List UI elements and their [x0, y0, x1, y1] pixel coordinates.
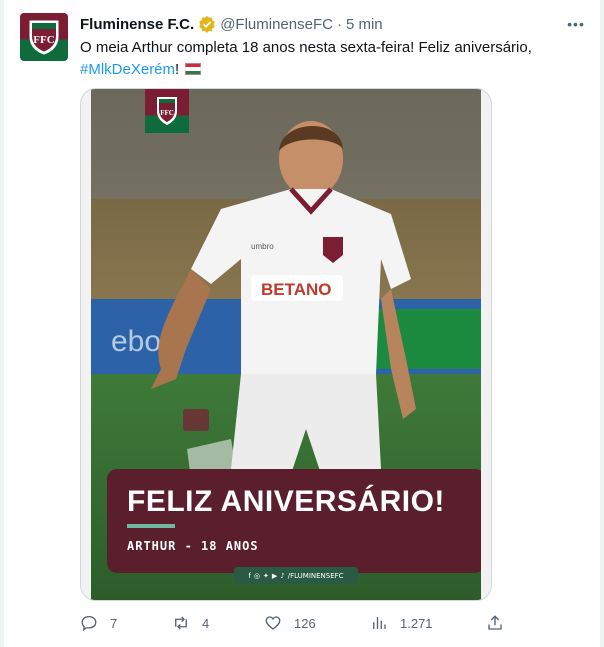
- svg-text:FFC: FFC: [33, 34, 54, 46]
- player-photo: ebol BETANO umbro FFC FELIZ ANIVERSÁRIO!…: [91, 89, 481, 600]
- author-name[interactable]: Fluminense F.C.: [80, 16, 194, 33]
- hashtag-link[interactable]: #MlkDeXerém: [80, 61, 175, 78]
- analytics-icon: [373, 617, 386, 629]
- tweet-suffix: !: [175, 61, 180, 78]
- more-options-button[interactable]: •••: [563, 14, 589, 34]
- caption-divider: [127, 524, 175, 528]
- retweet-count: 4: [202, 615, 210, 631]
- more-icon: •••: [567, 16, 585, 32]
- instagram-icon: ◎: [253, 571, 260, 580]
- svg-text:FFC: FFC: [160, 109, 174, 117]
- like-button[interactable]: 126: [264, 608, 316, 638]
- author-handle[interactable]: @FluminenseFC: [220, 16, 333, 33]
- like-count: 126: [294, 615, 316, 631]
- reply-icon: [81, 615, 97, 632]
- reply-count: 7: [110, 615, 118, 631]
- header-separator: ·: [336, 15, 342, 33]
- fluminense-crest-icon: FFC: [157, 97, 177, 125]
- crest-tab: FFC: [145, 89, 189, 133]
- tweet-actions: 7 4 126 1.271: [80, 608, 510, 638]
- hungary-flag-icon: [185, 63, 202, 75]
- heart-icon: [265, 616, 281, 630]
- share-button[interactable]: [486, 608, 504, 638]
- avatar[interactable]: FFC: [20, 13, 68, 61]
- caption-headline: FELIZ ANIVERSÁRIO!: [127, 485, 445, 518]
- retweet-button[interactable]: 4: [172, 608, 209, 638]
- fluminense-crest-icon: FFC: [29, 20, 59, 55]
- shirt-sponsor: BETANO: [261, 280, 332, 299]
- shirt-brand: umbro: [251, 242, 274, 251]
- left-border: [0, 0, 4, 647]
- birthday-caption: FELIZ ANIVERSÁRIO! ARTHUR - 18 ANOS: [107, 469, 481, 573]
- share-icon: [488, 615, 502, 630]
- tweet-header: Fluminense F.C. @FluminenseFC · 5 min: [80, 14, 383, 34]
- view-count: 1.271: [400, 615, 433, 631]
- tweet-body: O meia Arthur completa 18 anos nesta sex…: [80, 39, 532, 56]
- retweet-icon: [175, 616, 187, 630]
- tweet-media-image[interactable]: ebol BETANO umbro FFC FELIZ ANIVERSÁRIO!…: [80, 88, 492, 601]
- twitter-icon: ✦: [263, 571, 269, 580]
- tweet-timestamp[interactable]: 5 min: [346, 16, 383, 33]
- youtube-icon: ▶: [271, 571, 278, 580]
- social-handles-bar: f ◎ ✦ ▶ ♪ /FLUMINENSEFC: [234, 567, 358, 584]
- right-border: [600, 0, 604, 647]
- verified-badge-icon: [199, 15, 216, 33]
- reply-button[interactable]: 7: [80, 608, 117, 638]
- tweet-text: O meia Arthur completa 18 anos nesta sex…: [80, 37, 580, 81]
- caption-subline: ARTHUR - 18 ANOS: [127, 539, 259, 553]
- social-handle: /FLUMINENSEFC: [287, 571, 344, 580]
- tiktok-icon: ♪: [280, 571, 285, 580]
- views-button[interactable]: 1.271: [370, 608, 433, 638]
- facebook-icon: f: [248, 571, 251, 580]
